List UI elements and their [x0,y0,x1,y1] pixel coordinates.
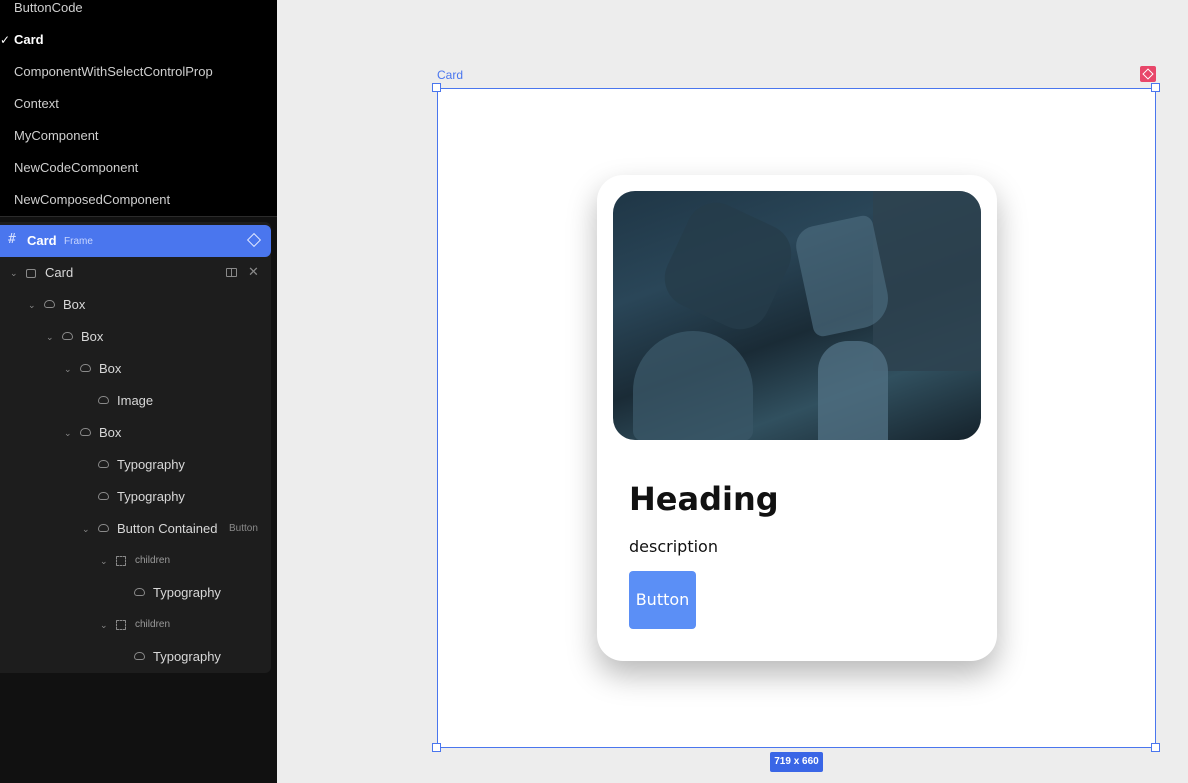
cloud-icon [98,524,109,532]
layer-row-children[interactable]: ⌄ children [0,551,271,571]
layer-row-image[interactable]: Image [0,391,271,411]
slot-icon [116,620,126,630]
layer-label: Card [45,265,74,280]
cloud-icon [98,460,109,468]
chevron-down-icon[interactable]: ⌄ [46,327,56,347]
chevron-down-icon[interactable]: ⌄ [10,263,20,283]
layer-label: Typography [153,649,221,664]
component-item-card[interactable]: Card [14,31,44,49]
layer-label: Box [99,425,122,440]
book-icon[interactable] [226,268,237,277]
layer-label: children [135,555,171,566]
cloud-icon [98,396,109,404]
resize-handle-top-right[interactable] [1151,83,1160,92]
layer-row-box[interactable]: ⌄ Box [0,327,271,347]
card-image[interactable] [613,191,981,440]
frame-label[interactable]: Card [437,68,463,82]
layer-frame-card[interactable]: # Card Frame [0,225,271,257]
card-button[interactable]: Button [629,571,696,629]
component-badge-icon[interactable] [1140,66,1156,82]
layers-sidebar: ButtonCode ✓ Card ComponentWithSelectCon… [0,0,277,783]
cloud-icon [80,364,91,372]
layer-label: Box [63,297,86,312]
sidebar-divider [0,216,277,217]
component-item-newcodecomponent[interactable]: NewCodeComponent [14,159,138,177]
layer-row-typography[interactable]: Typography [0,583,271,603]
layer-sublabel: Button [229,523,258,534]
layer-label: Box [81,329,104,344]
component-item-buttoncode[interactable]: ButtonCode [14,0,83,17]
card-description[interactable]: description [629,537,718,556]
component-item-componentwithselectcontrolprop[interactable]: ComponentWithSelectControlProp [14,63,213,81]
layer-label: Typography [117,457,185,472]
slot-icon [116,556,126,566]
resize-handle-bottom-left[interactable] [432,743,441,752]
chevron-down-icon[interactable]: ⌄ [28,295,38,315]
component-item-context[interactable]: Context [14,95,59,113]
layer-label: Typography [117,489,185,504]
cloud-icon [98,492,109,500]
layer-label: Button Contained [117,521,218,536]
layer-label: Image [117,393,154,408]
chevron-down-icon[interactable]: ⌄ [100,615,110,635]
layer-row-box[interactable]: ⌄ Box [0,423,271,443]
layer-row-typography[interactable]: Typography [0,487,271,507]
chevron-down-icon[interactable]: ⌄ [64,423,74,443]
chevron-down-icon[interactable]: ⌄ [82,519,92,539]
cloud-icon [80,428,91,436]
card-heading[interactable]: Heading [629,480,779,518]
close-icon[interactable]: ✕ [248,264,259,280]
cloud-icon [134,652,145,660]
layer-row-button-contained[interactable]: ⌄ Button Contained Button [0,519,271,539]
resize-handle-bottom-right[interactable] [1151,743,1160,752]
component-icon [26,269,36,278]
check-icon: ✓ [0,33,11,47]
component-item-mycomponent[interactable]: MyComponent [14,127,99,145]
layer-row-typography[interactable]: Typography [0,455,271,475]
component-diamond-icon[interactable] [246,232,262,248]
resize-handle-top-left[interactable] [432,83,441,92]
frame-name: Card [27,233,57,248]
card-component[interactable]: Heading description Button [597,175,997,661]
cloud-icon [62,332,73,340]
chevron-down-icon[interactable]: ⌄ [100,551,110,571]
layer-row-typography[interactable]: Typography [0,647,271,667]
component-list: ButtonCode ✓ Card ComponentWithSelectCon… [0,0,277,216]
size-badge: 719 x 660 [770,752,823,772]
layer-tree: # Card Frame [0,222,271,673]
layer-label: Typography [153,585,221,600]
layer-label: children [135,619,171,630]
chevron-down-icon[interactable]: ⌄ [64,359,74,379]
layer-row-children[interactable]: ⌄ children [0,615,271,635]
frame-hash-icon: # [8,232,16,247]
cloud-icon [44,300,55,308]
layer-row-box[interactable]: ⌄ Box [0,359,271,379]
cloud-icon [134,588,145,596]
layer-label: Box [99,361,122,376]
layer-row-box[interactable]: ⌄ Box [0,295,271,315]
component-item-newcomposedcomponent[interactable]: NewComposedComponent [14,191,170,209]
frame-type-label: Frame [64,236,93,247]
